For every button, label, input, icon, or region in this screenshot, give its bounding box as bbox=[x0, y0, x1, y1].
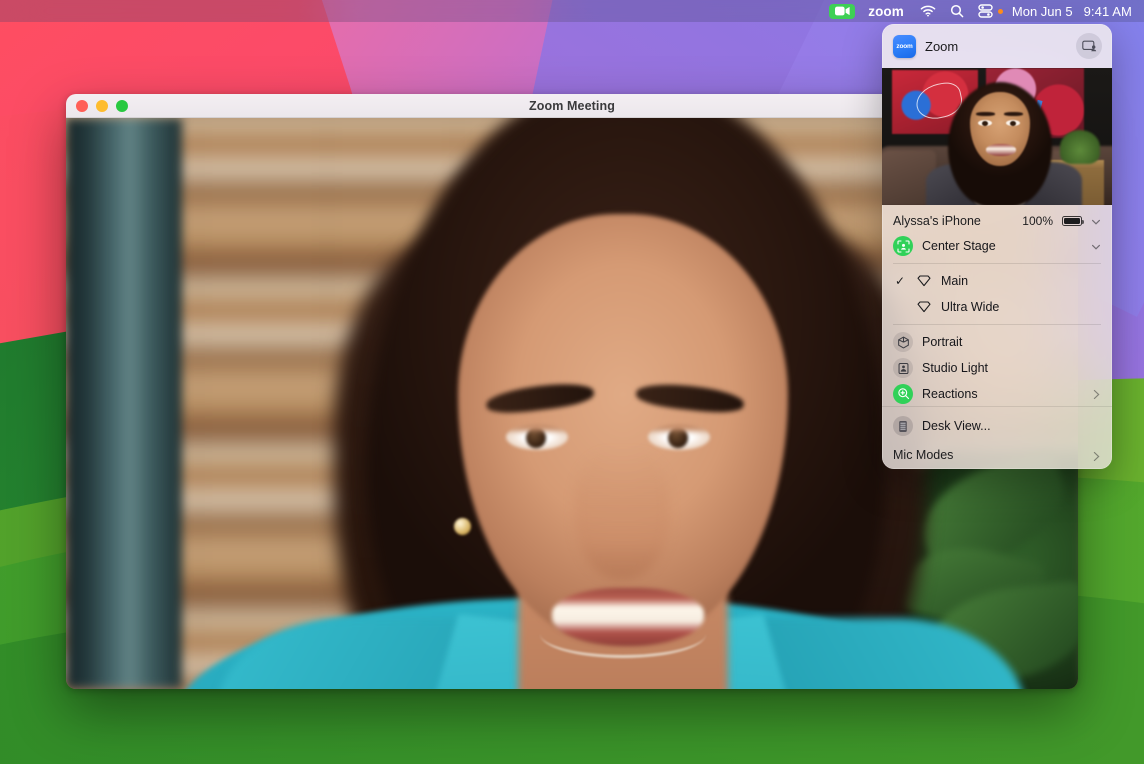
lens-icon bbox=[916, 275, 932, 287]
device-row[interactable]: Alyssa's iPhone 100% bbox=[882, 209, 1112, 233]
participant-earring bbox=[454, 518, 471, 535]
mic-modes-label: Mic Modes bbox=[893, 448, 953, 462]
minimize-button[interactable] bbox=[96, 100, 108, 112]
center-stage-row[interactable]: Center Stage bbox=[882, 233, 1112, 259]
preview-mouth bbox=[986, 144, 1016, 156]
lens-group: ✓ Main Ultra Wide bbox=[882, 264, 1112, 324]
participant-eye-left bbox=[506, 424, 568, 450]
mic-modes-row[interactable]: Mic Modes bbox=[882, 441, 1112, 469]
desktop-wallpaper: zoom Mon Jun 5 9:41 AM bbox=[0, 0, 1144, 764]
search-icon[interactable] bbox=[943, 0, 971, 22]
center-stage-label: Center Stage bbox=[922, 239, 1082, 253]
reactions-chevron-right-icon[interactable] bbox=[1092, 389, 1101, 398]
maximize-button[interactable] bbox=[116, 100, 128, 112]
center-stage-icon bbox=[893, 236, 913, 256]
lens-label: Main bbox=[941, 274, 1101, 288]
desk-view-group: Desk View... bbox=[882, 411, 1112, 441]
control-center-icon[interactable] bbox=[971, 0, 995, 22]
desk-view-label: Desk View... bbox=[922, 419, 1101, 433]
camera-icon bbox=[829, 4, 855, 19]
menubar-clock[interactable]: 9:41 AM bbox=[1077, 0, 1134, 22]
device-battery-percent: 100% bbox=[1022, 214, 1053, 228]
lens-option-ultra-wide[interactable]: Ultra Wide bbox=[882, 294, 1112, 320]
center-stage-chevron-down-icon[interactable] bbox=[1091, 241, 1101, 251]
participant-nose bbox=[574, 448, 670, 580]
video-effects-panel[interactable]: zoom Zoom bbox=[882, 24, 1112, 469]
preview-eye-right bbox=[1006, 120, 1020, 126]
effect-row-portrait[interactable]: Portrait bbox=[882, 329, 1112, 355]
effect-row-studio-light[interactable]: Studio Light bbox=[882, 355, 1112, 381]
menubar-app-name[interactable]: zoom bbox=[865, 0, 913, 22]
share-screen-icon[interactable] bbox=[1076, 33, 1102, 59]
participant-eye-right bbox=[648, 424, 710, 450]
zoom-app-icon-label: zoom bbox=[896, 43, 912, 50]
menu-bar: zoom Mon Jun 5 9:41 AM bbox=[0, 0, 1144, 22]
panel-app-name: Zoom bbox=[925, 39, 1067, 54]
camera-in-use-indicator bbox=[825, 0, 865, 22]
effect-label: Studio Light bbox=[922, 361, 1101, 375]
checkmark-icon: ✓ bbox=[893, 274, 907, 288]
preview-eye-left bbox=[978, 120, 992, 126]
lens-option-main[interactable]: ✓ Main bbox=[882, 268, 1112, 294]
device-group: Alyssa's iPhone 100% bbox=[882, 205, 1112, 263]
close-button[interactable] bbox=[76, 100, 88, 112]
panel-app-header: zoom Zoom bbox=[882, 24, 1112, 68]
device-chevron-down-icon[interactable] bbox=[1091, 216, 1101, 226]
recording-dot-indicator bbox=[998, 9, 1003, 14]
battery-full-icon bbox=[1062, 216, 1082, 226]
portrait-icon bbox=[893, 332, 913, 352]
wifi-icon[interactable] bbox=[913, 0, 943, 22]
desk-view-row[interactable]: Desk View... bbox=[882, 413, 1112, 439]
window-traffic-lights[interactable] bbox=[66, 100, 128, 112]
lens-label: Ultra Wide bbox=[941, 300, 1101, 314]
preview-plant bbox=[1060, 130, 1100, 164]
preview-eyebrow-right bbox=[1004, 112, 1023, 116]
effect-row-reactions[interactable]: Reactions bbox=[882, 381, 1112, 407]
reactions-icon bbox=[893, 384, 913, 404]
participant-mouth bbox=[552, 588, 704, 646]
camera-preview[interactable] bbox=[882, 68, 1112, 205]
effect-label: Portrait bbox=[922, 335, 1101, 349]
lens-icon bbox=[916, 301, 932, 313]
effect-label: Reactions bbox=[922, 387, 1083, 401]
effects-group: Portrait Studio Light bbox=[882, 325, 1112, 411]
background-pillar-highlight bbox=[66, 118, 182, 689]
desk-view-icon bbox=[893, 416, 913, 436]
menubar-date[interactable]: Mon Jun 5 bbox=[1005, 0, 1077, 22]
zoom-app-icon: zoom bbox=[893, 35, 916, 58]
preview-eyebrow-left bbox=[976, 112, 995, 116]
device-name: Alyssa's iPhone bbox=[893, 214, 1013, 228]
studio-light-icon bbox=[893, 358, 913, 378]
mic-modes-chevron-right-icon[interactable] bbox=[1092, 451, 1101, 460]
